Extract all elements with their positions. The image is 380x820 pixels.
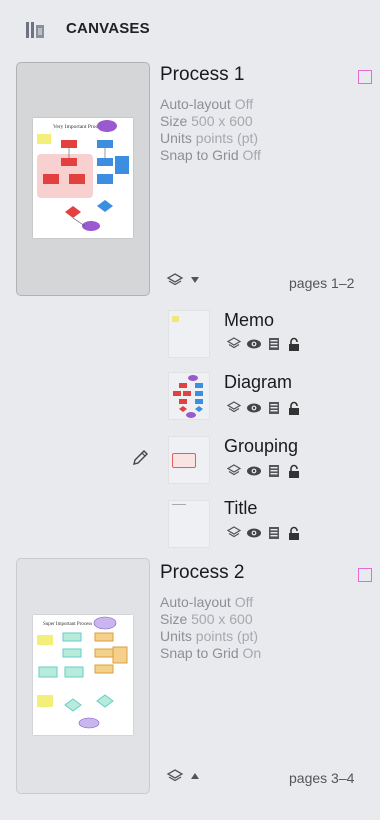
pages-label: pages 3–4	[289, 770, 355, 786]
printer-icon[interactable]	[266, 400, 282, 416]
lock-icon[interactable]	[286, 525, 302, 541]
canvas-title[interactable]: Process 1	[160, 64, 244, 86]
canvas-thumbnail: Very Important Process	[33, 118, 133, 238]
canvas-frame-icon[interactable]	[358, 70, 372, 84]
layer-controls	[226, 525, 302, 541]
lock-icon[interactable]	[286, 400, 302, 416]
svg-text:Very Important Process: Very Important Process	[53, 124, 105, 130]
layer-controls	[226, 463, 302, 479]
layer-name-title[interactable]: Title	[224, 498, 257, 519]
canvas-info: Auto-layout Off Size 500 x 600 Units poi…	[160, 594, 262, 661]
layers-icon[interactable]	[226, 400, 242, 416]
layer-controls	[226, 336, 302, 352]
svg-text:Super Important Process: Super Important Process	[43, 622, 92, 627]
layers-icon[interactable]	[226, 463, 242, 479]
panel-title: CANVASES	[66, 20, 150, 37]
eye-icon[interactable]	[246, 336, 262, 352]
layers-icon[interactable]	[166, 272, 184, 288]
eye-icon[interactable]	[246, 400, 262, 416]
layer-name-memo[interactable]: Memo	[224, 310, 274, 331]
pencil-icon[interactable]	[130, 448, 150, 468]
layer-thumbnail	[168, 310, 210, 358]
layers-icon[interactable]	[166, 768, 184, 784]
eye-icon[interactable]	[246, 525, 262, 541]
eye-icon[interactable]	[246, 463, 262, 479]
chevron-down-icon[interactable]	[190, 276, 200, 284]
pages-label: pages 1–2	[289, 275, 355, 291]
lock-icon[interactable]	[286, 463, 302, 479]
lock-icon[interactable]	[286, 336, 302, 352]
printer-icon[interactable]	[266, 525, 282, 541]
canvas-card-process-1[interactable]: Very Important Process	[16, 62, 150, 296]
layer-thumbnail	[168, 372, 210, 420]
layers-icon[interactable]	[226, 525, 242, 541]
layer-thumbnail	[168, 500, 210, 548]
chevron-up-icon[interactable]	[190, 772, 200, 780]
layer-name-diagram[interactable]: Diagram	[224, 372, 292, 393]
canvas-info: Auto-layout Off Size 500 x 600 Units poi…	[160, 96, 261, 163]
canvases-icon	[26, 22, 44, 38]
layer-controls	[226, 400, 302, 416]
canvas-title[interactable]: Process 2	[160, 562, 244, 584]
canvas-thumbnail: Super Important Process	[33, 615, 133, 735]
canvas-card-process-2[interactable]: Super Important Process	[16, 558, 150, 794]
layer-name-grouping[interactable]: Grouping	[224, 436, 298, 457]
printer-icon[interactable]	[266, 463, 282, 479]
canvas-frame-icon[interactable]	[358, 568, 372, 582]
layers-icon[interactable]	[226, 336, 242, 352]
printer-icon[interactable]	[266, 336, 282, 352]
layer-thumbnail	[168, 436, 210, 484]
